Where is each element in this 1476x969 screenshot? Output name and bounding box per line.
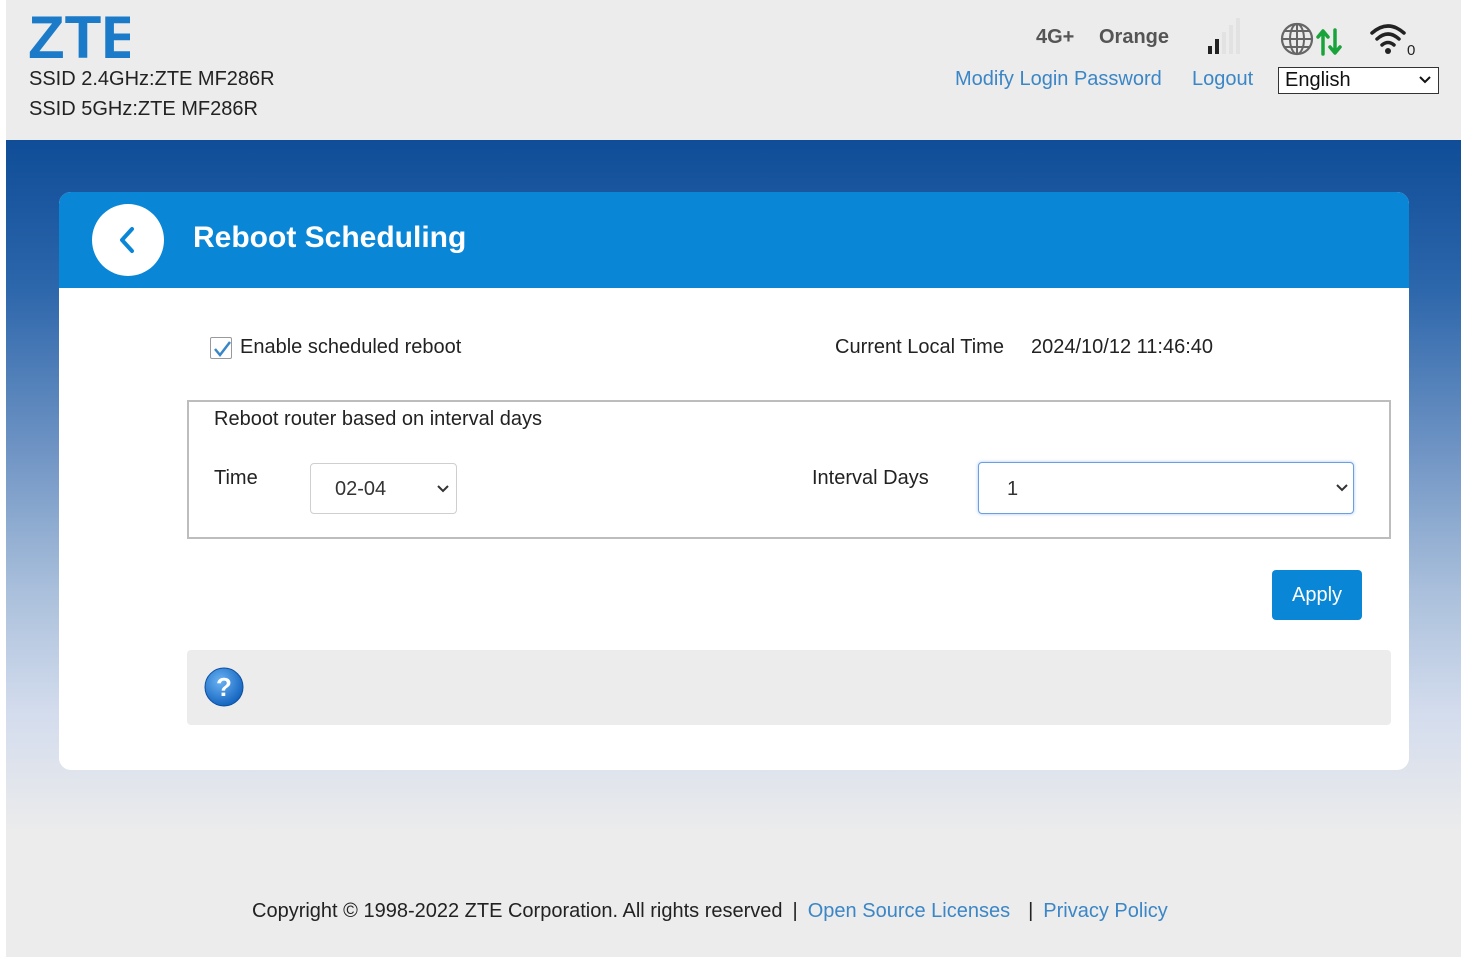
signal-bar xyxy=(1222,32,1226,54)
logout-link[interactable]: Logout xyxy=(1192,68,1253,91)
time-select[interactable]: 02-04 xyxy=(310,463,457,514)
router-web-ui: ZTE SSID 2.4GHz:ZTE MF286R SSID 5GHz:ZTE… xyxy=(6,0,1461,957)
modify-login-password-link[interactable]: Modify Login Password xyxy=(955,68,1162,91)
ssid-2-4ghz: SSID 2.4GHz:ZTE MF286R xyxy=(29,68,275,90)
enable-scheduled-reboot-label: Enable scheduled reboot xyxy=(240,336,462,358)
interval-days-label: Interval Days xyxy=(812,467,929,489)
footer-separator: | xyxy=(792,900,798,922)
time-value: 02-04 xyxy=(335,478,387,500)
chevron-left-icon xyxy=(120,227,134,253)
signal-bar xyxy=(1229,25,1233,54)
page-title: Reboot Scheduling xyxy=(193,221,467,254)
help-icon[interactable]: ? xyxy=(204,667,244,707)
enable-scheduled-reboot-checkbox[interactable] xyxy=(210,337,232,359)
copyright-text: Copyright © 1998-2022 ZTE Corporation. A… xyxy=(252,900,783,922)
svg-text:?: ? xyxy=(216,672,232,702)
apply-button[interactable]: Apply xyxy=(1272,570,1362,620)
current-local-time-value: 2024/10/12 11:46:40 xyxy=(1031,336,1214,358)
group-title: Reboot router based on interval days xyxy=(214,408,542,430)
footer: Copyright © 1998-2022 ZTE Corporation. A… xyxy=(252,900,1168,923)
reboot-scheduling-panel: Reboot Scheduling Enable scheduled reboo… xyxy=(59,192,1409,770)
footer-separator: | xyxy=(1028,900,1034,922)
signal-bar xyxy=(1208,46,1212,54)
language-select[interactable]: English xyxy=(1278,67,1439,94)
carrier-name: Orange xyxy=(1099,26,1170,48)
chevron-down-icon xyxy=(1336,484,1348,492)
help-box: ? xyxy=(187,650,1391,725)
signal-bar xyxy=(1236,18,1240,54)
back-button[interactable] xyxy=(92,204,164,276)
signal-strength-icon xyxy=(1208,18,1240,54)
interval-days-select[interactable]: 1 xyxy=(978,462,1354,514)
signal-bar xyxy=(1215,39,1219,54)
data-traffic-icon xyxy=(1316,28,1342,56)
time-label: Time xyxy=(214,467,258,489)
globe-icon xyxy=(1280,22,1314,56)
svg-text:ZTE: ZTE xyxy=(28,6,130,64)
chevron-down-icon xyxy=(1419,76,1431,84)
checkmark-icon xyxy=(214,341,231,357)
wifi-icon: 0 xyxy=(1370,24,1415,56)
open-source-licenses-link[interactable]: Open Source Licenses xyxy=(808,900,1010,922)
wifi-client-count: 0 xyxy=(1407,42,1415,56)
chevron-down-icon xyxy=(437,485,449,493)
current-local-time-label: Current Local Time xyxy=(835,336,1004,358)
language-value: English xyxy=(1285,69,1351,91)
panel-header: Reboot Scheduling xyxy=(59,192,1409,288)
top-header: ZTE SSID 2.4GHz:ZTE MF286R SSID 5GHz:ZTE… xyxy=(6,0,1461,140)
network-type: 4G+ xyxy=(1036,26,1075,48)
interval-reboot-group: Reboot router based on interval days Tim… xyxy=(187,400,1391,539)
ssid-5ghz: SSID 5GHz:ZTE MF286R xyxy=(29,98,258,120)
zte-logo: ZTE xyxy=(28,6,130,64)
privacy-policy-link[interactable]: Privacy Policy xyxy=(1043,900,1167,922)
interval-days-value: 1 xyxy=(1007,478,1019,500)
